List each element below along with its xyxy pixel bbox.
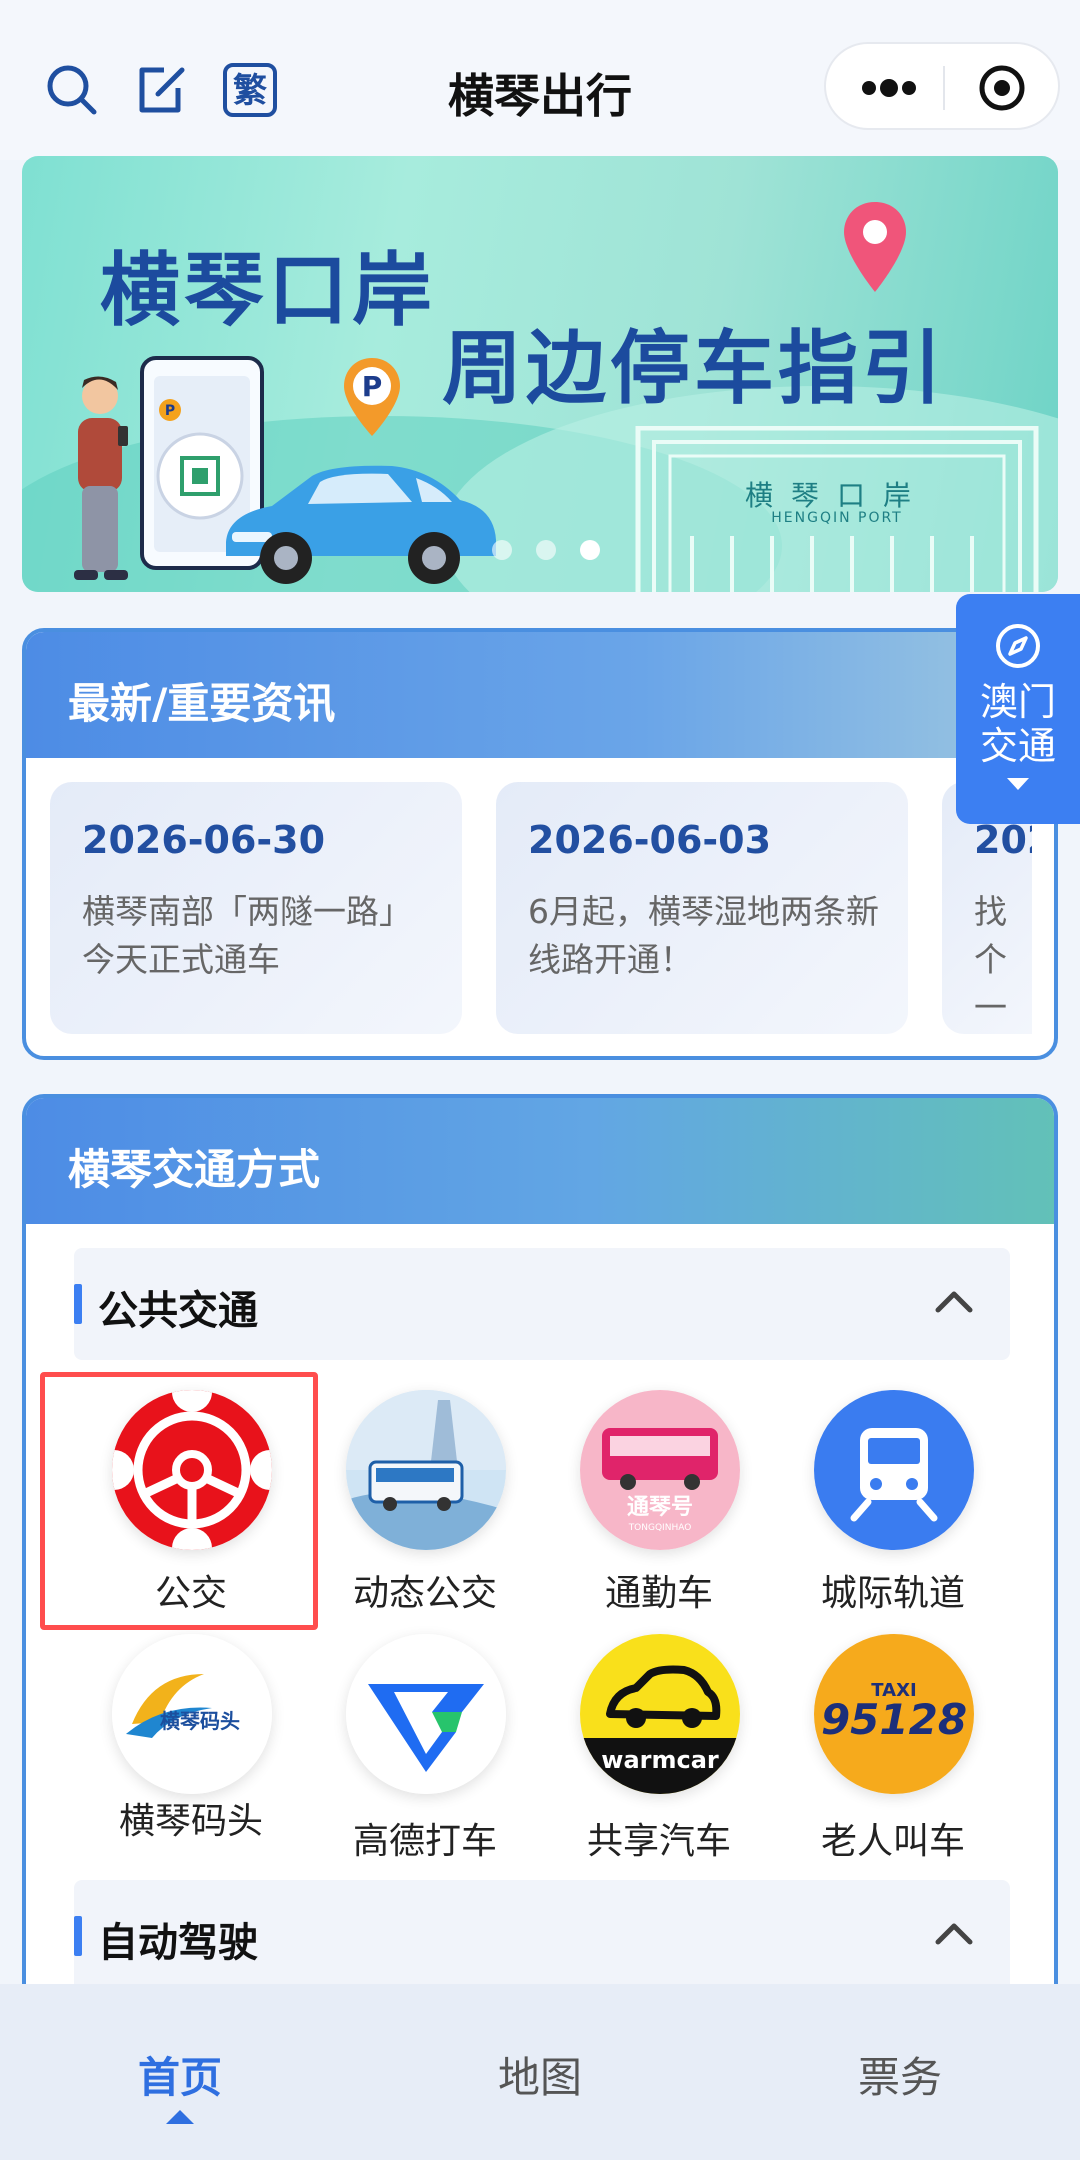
elderly-taxi-icon: TAXI 95128 xyxy=(814,1634,974,1794)
transport-pier[interactable]: 横琴码头 横琴码头 xyxy=(74,1616,308,1856)
close-miniprogram-icon[interactable] xyxy=(978,64,1026,112)
transport-amap-taxi[interactable]: 高德打车 xyxy=(308,1616,542,1862)
tab-home[interactable]: 首页 xyxy=(0,2044,360,2124)
chevron-up-icon[interactable] xyxy=(934,1286,974,1314)
more-menu-icon[interactable] xyxy=(860,74,918,102)
news-date: 2026-06-03 xyxy=(528,818,772,862)
miniprogram-capsule xyxy=(824,42,1060,130)
news-card-title: 最新/重要资讯 xyxy=(26,632,1054,758)
warmcar-logo-text: warmcar xyxy=(601,1746,719,1774)
intercity-rail-icon xyxy=(814,1390,974,1550)
taxi-logo-number: 95128 xyxy=(821,1695,967,1744)
transport-commuter[interactable]: 通琴号 TONGQINHAO 通勤车 xyxy=(542,1372,776,1614)
macau-traffic-float-button[interactable]: 澳门 交通 xyxy=(956,594,1080,824)
person-illustration xyxy=(74,376,128,580)
transport-intercity-rail[interactable]: 城际轨道 xyxy=(776,1372,1010,1614)
news-item[interactable]: 2026-06-30 横琴南部「两隧一路」今天正式通车 xyxy=(50,782,462,1034)
float-tab-label-2: 交通 xyxy=(979,724,1056,768)
news-item[interactable]: 2026-06-03 6月起，横琴湿地两条新线路开通！ xyxy=(496,782,908,1034)
banner-title-line2: 周边停车指引 xyxy=(442,322,946,415)
tile-label: 通勤车 xyxy=(604,1573,713,1614)
caret-down-icon xyxy=(1007,778,1029,790)
transport-dynamic-bus[interactable]: 动态公交 xyxy=(308,1372,542,1614)
car-illustration xyxy=(226,465,496,584)
tile-label: 高德打车 xyxy=(352,1821,497,1862)
warmcar-icon: warmcar xyxy=(580,1634,740,1794)
section-autonomous-driving[interactable]: 自动驾驶 xyxy=(74,1880,1010,1984)
tab-tickets[interactable]: 票务 xyxy=(720,2044,1080,2105)
active-tab-indicator xyxy=(166,2110,194,2124)
port-sign-text: 横琴口岸 xyxy=(744,479,929,512)
parking-pin-icon: P xyxy=(344,358,400,436)
transport-warmcar[interactable]: warmcar 共享汽车 xyxy=(542,1616,776,1862)
svg-text:P: P xyxy=(165,403,175,419)
svg-text:P: P xyxy=(362,370,383,403)
tab-label: 票务 xyxy=(857,2053,942,2102)
tile-label: 老人叫车 xyxy=(820,1821,965,1862)
tab-label: 首页 xyxy=(137,2053,222,2102)
bottom-tab-bar: 首页 地图 票务 xyxy=(0,1984,1080,2160)
pier-logo-text: 横琴码头 xyxy=(160,1709,240,1733)
tile-label: 城际轨道 xyxy=(820,1573,965,1614)
tile-label: 横琴码头 xyxy=(118,1801,263,1842)
chevron-up-icon[interactable] xyxy=(934,1918,974,1946)
news-date: 2026-06-30 xyxy=(82,818,326,862)
transport-elderly-taxi[interactable]: TAXI 95128 老人叫车 xyxy=(776,1616,1010,1862)
news-text: 6月起，横琴湿地两条新线路开通！ xyxy=(528,892,879,979)
commuter-logo-text: 通琴号 xyxy=(627,1495,693,1520)
float-tab-label-1: 澳门 xyxy=(979,680,1056,724)
transport-card-title: 横琴交通方式 xyxy=(26,1098,1054,1224)
news-card: 最新/重要资讯 2026-06-30 横琴南部「两隧一路」今天正式通车 2026… xyxy=(22,628,1058,1060)
tab-map[interactable]: 地图 xyxy=(360,2044,720,2105)
location-pin-icon xyxy=(844,202,906,292)
news-text: 横琴南部「两隧一路」今天正式通车 xyxy=(82,892,412,979)
promo-banner[interactable]: 横琴口岸 周边停车指引 P P 横琴口岸 HENGQIN PORT xyxy=(22,156,1058,592)
hengqin-pier-icon: 横琴码头 xyxy=(112,1634,272,1794)
tile-label: 动态公交 xyxy=(352,1573,497,1614)
tile-label: 共享汽车 xyxy=(586,1821,731,1862)
section-title: 自动驾驶 xyxy=(98,1920,258,1966)
banner-pagination xyxy=(492,540,624,564)
dynamic-bus-icon xyxy=(346,1390,506,1550)
amap-taxi-icon xyxy=(346,1634,506,1794)
section-title: 公共交通 xyxy=(98,1288,258,1334)
section-public-transport[interactable]: 公共交通 xyxy=(74,1248,1010,1360)
news-text: 找个一 xyxy=(974,892,1007,1027)
top-nav-bar: 繁 横琴出行 xyxy=(0,0,1080,160)
port-sign-subtext: HENGQIN PORT xyxy=(771,510,903,526)
commuter-bus-icon: 通琴号 TONGQINHAO xyxy=(580,1390,740,1550)
banner-dot[interactable] xyxy=(492,540,512,560)
banner-dot[interactable] xyxy=(536,540,556,560)
news-date: 202 xyxy=(974,818,1032,862)
selected-item-highlight xyxy=(40,1372,318,1630)
tab-label: 地图 xyxy=(497,2053,582,2102)
banner-title-line1: 横琴口岸 xyxy=(100,244,436,337)
compass-icon xyxy=(996,624,1040,668)
banner-dot-active[interactable] xyxy=(580,540,600,560)
commuter-logo-subtext: TONGQINHAO xyxy=(628,1523,692,1533)
